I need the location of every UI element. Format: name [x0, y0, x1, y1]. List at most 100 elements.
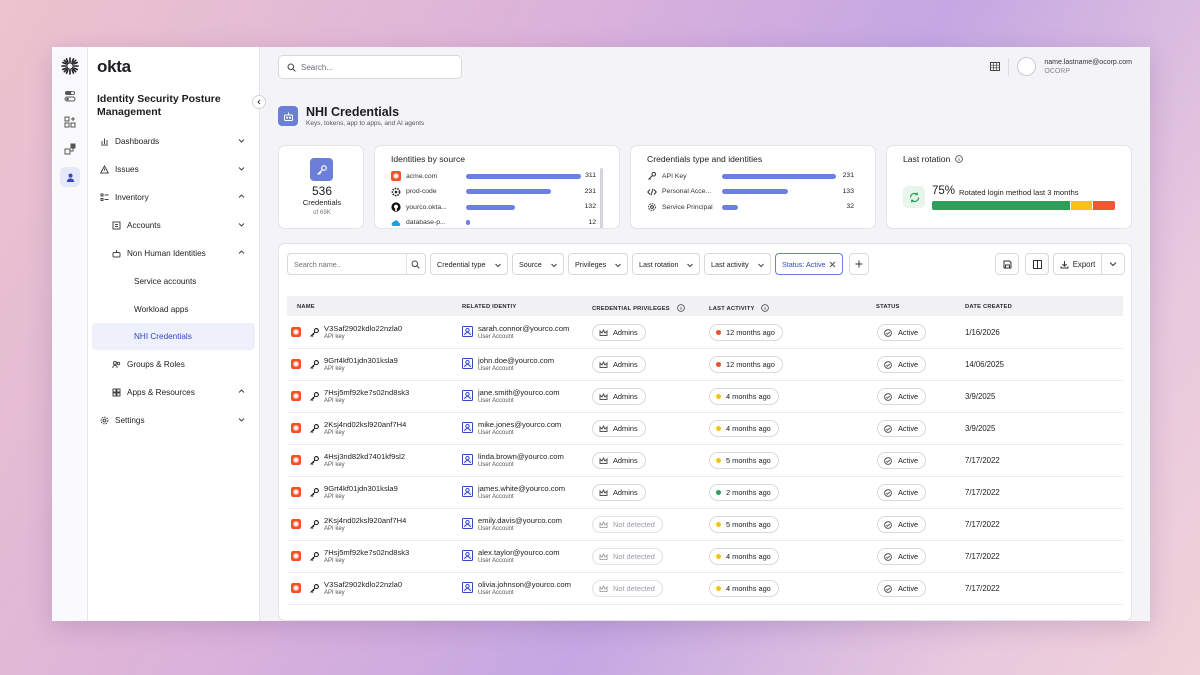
related-identity-cell[interactable]: jane.smith@yourco.com User Account [478, 388, 560, 405]
col-date-created[interactable]: DATE CREATED [965, 304, 1012, 310]
toggle-icon[interactable] [60, 86, 80, 106]
filter-privileges[interactable]: Privileges [568, 253, 628, 275]
table-row[interactable]: 2Ksj4nd02ksl920anf7H4 API key mike.jones@y… [287, 413, 1123, 445]
credential-name-cell[interactable]: 7Hsj5mf92ke7s02nd8sk3 API key [324, 548, 409, 565]
export-button[interactable]: Export [1053, 253, 1102, 275]
activity-dot [716, 522, 721, 527]
rotation-progress-bar [932, 201, 1115, 210]
nav-settings[interactable]: Settings [92, 407, 255, 433]
credentials-type-card[interactable]: Credentials type and identities API Key 2… [630, 145, 876, 229]
collapse-sidebar-button[interactable] [252, 95, 266, 109]
table-row[interactable]: 2Ksj4nd02ksl920anf7H4 API key emily.davis@… [287, 509, 1123, 541]
columns-button[interactable] [1025, 253, 1049, 275]
table-row[interactable]: 7Hsj5mf92ke7s02nd8sk3 API key jane.smith@y… [287, 381, 1123, 413]
col-name[interactable]: NAME [297, 304, 315, 310]
nav-workload-apps[interactable]: Workload apps [92, 296, 255, 322]
filter-credential-type[interactable]: Credential type [430, 253, 508, 275]
bar-value: 311 [585, 172, 596, 179]
nav-issues[interactable]: Issues [92, 156, 255, 182]
nav-service-accounts[interactable]: Service accounts [92, 268, 255, 294]
bar [722, 173, 836, 179]
export-menu-button[interactable] [1101, 253, 1125, 275]
nav-dashboards[interactable]: Dashboards [92, 128, 255, 154]
privilege-pill: Not detected [592, 548, 663, 565]
last-rotation-card[interactable]: Last rotation 75% Rotated login method l… [886, 145, 1132, 229]
nav-apps-resources[interactable]: Apps & Resources [92, 379, 255, 405]
col-last-activity[interactable]: LAST ACTIVITY [709, 304, 770, 312]
nav-groups-roles[interactable]: Groups & Roles [92, 351, 255, 377]
grid-add-icon[interactable] [60, 112, 80, 132]
nav-non-human-identities[interactable]: Non Human Identities [92, 240, 255, 266]
close-icon[interactable] [829, 261, 836, 268]
filter-source[interactable]: Source [512, 253, 564, 275]
nav-accounts[interactable]: Accounts [92, 212, 255, 238]
last-activity-pill: 4 months ago [709, 580, 779, 597]
info-icon[interactable] [676, 304, 685, 312]
related-identity-cell[interactable]: emily.davis@yourco.com User Account [478, 516, 562, 533]
table-row[interactable]: V3Saf2902kdlo22nzla0 API key sarah.connor@… [287, 317, 1123, 349]
filter-last-rotation[interactable]: Last rotation [632, 253, 700, 275]
identities-by-source-card[interactable]: Identities by source acme.com 311 prod-cod… [374, 145, 620, 229]
filter-last-activity[interactable]: Last activity [704, 253, 771, 275]
nav-label: NHI Credentials [134, 332, 192, 341]
table-row[interactable]: 4Hsj3nd82kd7401kf9sl2 API key linda.brown@… [287, 445, 1123, 477]
credential-name-cell[interactable]: 2Ksj4nd02ksl920anf7H4 API key [324, 516, 406, 533]
github-icon [391, 202, 401, 212]
related-identity-cell[interactable]: sarah.connor@yourco.com User Account [478, 324, 569, 341]
add-filter-button[interactable] [849, 253, 869, 275]
table-row[interactable]: 9Grt4kf01jdn301ksla9 API key james.white@y… [287, 477, 1123, 509]
filter-status-active-chip[interactable]: Status: Active [775, 253, 843, 275]
col-credential-privileges[interactable]: CREDENTIAL PRIVILEGES [592, 304, 685, 312]
source-row[interactable]: Service Principal [647, 201, 713, 213]
col-status[interactable]: STATUS [876, 304, 900, 310]
date-created-cell: 1/16/2026 [965, 328, 1000, 337]
scrollbar[interactable] [600, 168, 603, 228]
related-identity-cell[interactable]: john.doe@yourco.com User Account [478, 356, 554, 373]
source-row[interactable]: yourco.okta... [391, 201, 447, 213]
info-icon[interactable] [954, 155, 963, 163]
col-related-identity[interactable]: RELATED IDENTIY [462, 304, 516, 310]
source-row[interactable]: Personal Acce... [647, 186, 711, 198]
source-row[interactable]: database-p... [391, 217, 446, 229]
apps-switcher-icon[interactable] [990, 62, 1001, 71]
date-created-cell: 7/17/2022 [965, 456, 1000, 465]
related-identity-cell[interactable]: linda.brown@yourco.com User Account [478, 452, 564, 469]
status-badge: Active [877, 484, 927, 501]
bar [722, 189, 788, 194]
related-identity-cell[interactable]: mike.jones@yourco.com User Account [478, 420, 561, 437]
credential-name-cell[interactable]: 7Hsj5mf92ke7s02nd8sk3 API key [324, 388, 409, 405]
credential-name-cell[interactable]: V3Saf2902kdlo22nzla0 API key [324, 324, 402, 341]
identity-security-icon[interactable] [60, 167, 80, 187]
table-search-input[interactable]: Search name.. [287, 253, 426, 275]
user-menu[interactable]: name.lastname@ocorp.com OCORP [1044, 58, 1132, 76]
global-search-input[interactable]: Search... [278, 55, 462, 79]
source-row[interactable]: acme.com [391, 170, 437, 182]
cell-text: Admins [613, 456, 638, 465]
nav-nhi-credentials[interactable]: NHI Credentials [92, 323, 255, 350]
credential-name-cell[interactable]: 2Ksj4nd02ksl920anf7H4 API key [324, 420, 406, 437]
cell-text: jane.smith@yourco.com [478, 388, 560, 397]
table-row[interactable]: 9Grt4kf01jdn301ksla9 API key john.doe@your… [287, 349, 1123, 381]
avatar[interactable] [1017, 57, 1037, 76]
save-view-button[interactable] [995, 253, 1019, 275]
credential-name-cell[interactable]: V3Saf2902kdlo22nzla0 API key [324, 580, 402, 597]
related-identity-cell[interactable]: olivia.johnson@yourco.com User Account [478, 580, 571, 597]
related-identity-cell[interactable]: alex.taylor@yourco.com User Account [478, 548, 560, 565]
table-row[interactable]: V3Saf2902kdlo22nzla0 API key olivia.johnso… [287, 573, 1123, 605]
source-row[interactable]: prod-code [391, 186, 437, 198]
last-activity-pill: 12 months ago [709, 324, 783, 341]
nav-inventory[interactable]: Inventory [92, 184, 255, 210]
nav-label: Accounts [127, 220, 161, 230]
credential-name-cell[interactable]: 9Grt4kf01jdn301ksla9 API key [324, 356, 398, 373]
okta-sun-icon[interactable] [60, 56, 80, 76]
source-row[interactable]: API Key [647, 170, 687, 182]
chevron-down-icon [758, 263, 764, 268]
table-row[interactable]: 7Hsj5mf92ke7s02nd8sk3 API key alex.taylor@… [287, 541, 1123, 573]
credential-name-cell[interactable]: 9Grt4kf01jdn301ksla9 API key [324, 484, 398, 501]
check-circle-icon [884, 360, 892, 369]
credentials-summary-card[interactable]: 536 Credentials of 69K [278, 145, 364, 229]
workflow-icon[interactable] [60, 139, 80, 159]
related-identity-cell[interactable]: james.white@yourco.com User Account [478, 484, 565, 501]
info-icon[interactable] [761, 304, 770, 312]
credential-name-cell[interactable]: 4Hsj3nd82kd7401kf9sl2 API key [324, 452, 405, 469]
